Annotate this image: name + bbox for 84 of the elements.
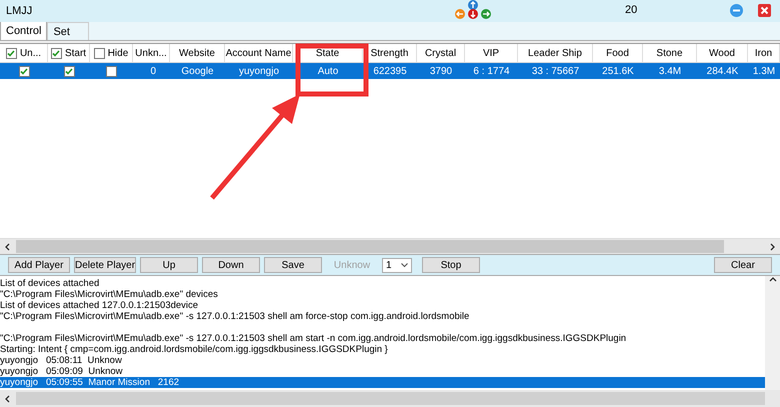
horizontal-scrollbar[interactable] [0,238,780,254]
count-dropdown[interactable]: 1 [382,258,412,272]
check-icon [65,68,73,74]
scroll-up-icon[interactable] [768,276,776,284]
column-header[interactable]: Iron [748,44,780,62]
table-row[interactable]: 0 Google yuyongjo Auto 622395 3790 6 : 1774 33 : 75667 251.6K 3.4M 284.4K 1.3M [0,63,780,79]
toolbar-button[interactable]: Up [140,257,198,273]
checkbox[interactable] [94,48,105,58]
column-header[interactable]: Leader Ship [518,44,593,62]
column-header[interactable]: Wood [697,44,748,62]
column-header[interactable]: Website [170,44,225,62]
column-label: Website [179,48,215,58]
table-cell: 1.3M [752,66,776,76]
table-cell: Google [181,66,214,76]
table-cell: 0 [150,66,156,76]
log-line[interactable]: List of devices attached 127.0.0.1:21503device [0,300,765,311]
window-title: LMJJ [6,5,32,17]
column-label: Food [606,48,629,58]
toolbar-button[interactable]: Down [202,257,260,273]
column-label: VIP [482,48,500,58]
table-cell: 6 : 1774 [473,66,510,76]
column-label: Hide [108,48,128,58]
scroll-left-icon[interactable] [4,242,12,250]
log-line[interactable]: Starting: Intent { cmp=com.igg.android.lordsmobile/com.igg.iggsdkbusiness.IGGSDKPlugin } [0,344,765,355]
tab[interactable]: Control [0,21,48,40]
column-label: Un... [20,48,42,58]
horizontal-scrollbar[interactable] [0,390,780,407]
checkbox[interactable] [6,48,17,58]
column-header[interactable]: Account Name [225,44,293,62]
check-icon [7,50,16,56]
log-line[interactable]: "C:\Program Files\Microvirt\MEmu\adb.exe" devices [0,289,765,300]
column-header[interactable]: VIP [465,44,518,62]
column-label: State [316,48,340,58]
scroll-left-icon[interactable] [4,394,12,402]
checkbox[interactable] [18,66,30,76]
checkbox[interactable] [106,66,117,76]
column-label: Strength [370,48,408,58]
toolbar-button[interactable]: Delete Player [74,257,136,273]
toolbar-button[interactable]: Save [264,257,322,273]
column-label: Leader Ship [528,48,582,58]
checkbox[interactable] [64,66,74,76]
column-label: Start [64,48,86,58]
log-line[interactable]: yuyongjo 05:08:11 Unknow [0,355,765,366]
scroll-right-icon[interactable] [768,242,776,250]
log-line[interactable]: "C:\Program Files\Microvirt\MEmu\adb.exe" -s 127.0.0.1:21503 shell am start -n com.igg.android.lordsmobile/com.igg.iggsdkbusiness.IGGSDKPlugin [0,333,765,344]
check-icon [20,68,28,74]
column-header[interactable]: State [293,44,363,62]
column-label: Wood [709,48,735,58]
table-cell: 622395 [373,66,407,76]
check-icon [52,50,60,56]
column-header[interactable]: Hide [90,44,133,62]
column-header[interactable]: Stone [643,44,697,62]
column-header[interactable]: Strength [363,44,417,62]
chevron-down-icon [401,262,408,268]
close-icon[interactable] [758,4,771,17]
unknow-label: Unknow [332,260,372,270]
table-cell: 33 : 75667 [532,66,580,76]
column-header[interactable]: Crystal [417,44,465,62]
table-cell: Auto [318,66,338,76]
table-cell: 251.6K [602,66,634,76]
checkbox[interactable] [50,48,62,58]
counter-label: 20 [625,4,638,16]
column-label: Crystal [424,48,456,58]
column-header[interactable]: Unkn... [133,44,170,62]
column-label: Account Name [226,48,292,58]
toolbar-button[interactable]: Add Player [8,257,70,273]
tab[interactable]: Set [47,22,90,40]
table-cell: 284.4K [706,66,738,76]
log-line[interactable]: List of devices attached [0,278,765,289]
table-cell: 3790 [430,66,452,76]
log-line[interactable]: yuyongjo 05:09:09 Unknow [0,366,765,377]
minimize-icon[interactable] [730,4,743,17]
column-header[interactable]: Food [593,44,643,62]
column-label: Iron [754,48,772,58]
toolbar-button[interactable]: Stop [422,257,480,273]
toolbar-button[interactable]: Clear [714,257,772,273]
vertical-scrollbar[interactable] [765,276,780,390]
table-cell: yuyongjo [238,66,280,76]
column-label: Stone [656,48,683,58]
table-cell: 3.4M [658,66,682,76]
column-header[interactable]: Start [48,44,90,62]
log-line[interactable]: "C:\Program Files\Microvirt\MEmu\adb.exe" -s 127.0.0.1:21503 shell am force-stop com.igg.android.lordsmobile [0,311,765,322]
column-label: Unkn... [135,48,167,58]
column-header[interactable]: Un... [0,44,48,62]
